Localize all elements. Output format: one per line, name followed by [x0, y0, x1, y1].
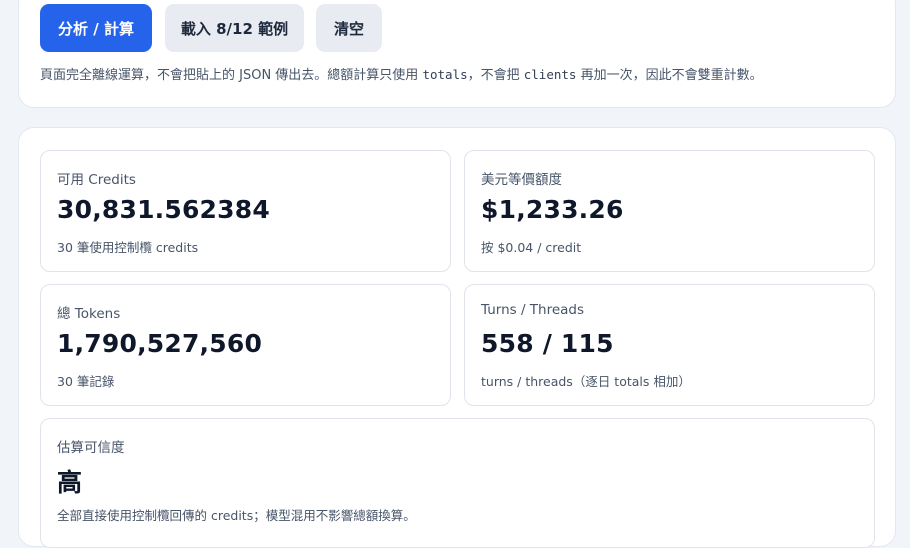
clear-button[interactable]: 清空	[316, 4, 382, 52]
note-text-3: 再加一次，因此不會雙重計數。	[576, 68, 763, 83]
tokens-sub: 30 筆記錄	[57, 374, 115, 389]
tokens-value: 1,790,527,560	[57, 329, 263, 358]
usd-label: 美元等價額度	[481, 172, 562, 188]
credits-sub: 30 筆使用控制欖 credits	[57, 240, 199, 255]
privacy-note: 頁面完全離線運算，不會把貼上的 JSON 傳出去。總額計算只使用 totals，…	[40, 64, 890, 83]
confidence-card: 估算可信度 高 全部直接使用控制欖回傳的 credits；模型混用不影響總額換算…	[40, 418, 875, 548]
confidence-label: 估算可信度	[57, 440, 125, 456]
note-code-totals: totals	[422, 67, 468, 82]
analyze-button[interactable]: 分析 / 計算	[40, 4, 152, 52]
credits-value: 30,831.562384	[57, 195, 270, 224]
note-text-2: ，不會把	[467, 68, 524, 83]
usd-sub: 按 $0.04 / credit	[481, 240, 582, 255]
usd-value: $1,233.26	[481, 195, 624, 224]
tokens-card: 總 Tokens 1,790,527,560 30 筆記錄	[40, 284, 451, 406]
load-example-button[interactable]: 載入 8/12 範例	[165, 4, 304, 52]
note-text-1: 頁面完全離線運算，不會把貼上的 JSON 傳出去。總額計算只使用	[40, 68, 423, 83]
confidence-value: 高	[57, 468, 83, 497]
turns-label: Turns / Threads	[481, 302, 585, 318]
turns-sub: turns / threads（逐日 totals 相加）	[481, 374, 691, 389]
turns-value: 558 / 115	[481, 329, 614, 358]
confidence-sub: 全部直接使用控制欖回傳的 credits；模型混用不影響總額換算。	[57, 508, 416, 523]
usd-card: 美元等價額度 $1,233.26 按 $0.04 / credit	[464, 150, 875, 272]
credits-label: 可用 Credits	[57, 172, 136, 188]
tokens-label: 總 Tokens	[57, 306, 121, 322]
turns-card: Turns / Threads 558 / 115 turns / thread…	[464, 284, 875, 406]
note-code-clients: clients	[523, 67, 577, 82]
credits-card: 可用 Credits 30,831.562384 30 筆使用控制欖 credi…	[40, 150, 451, 272]
